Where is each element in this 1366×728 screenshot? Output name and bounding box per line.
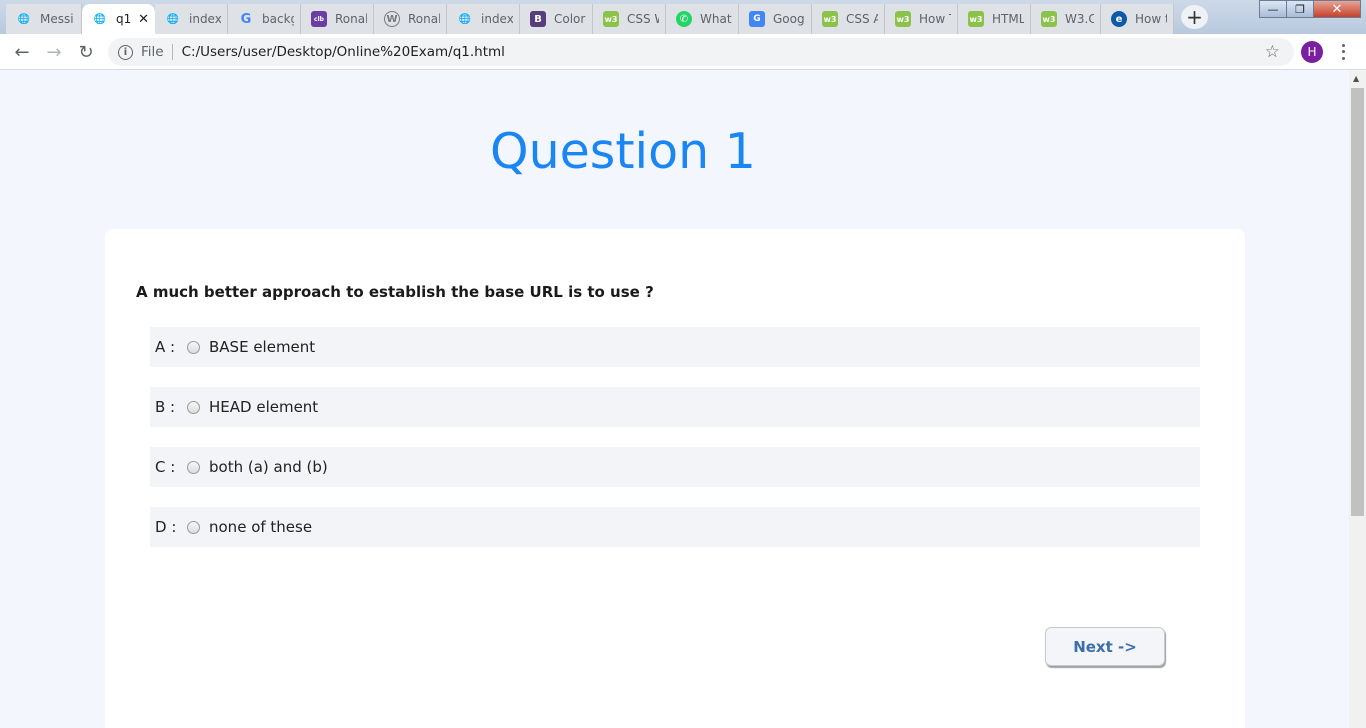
- option-letter: D :: [155, 518, 177, 536]
- option-label: HEAD element: [209, 398, 319, 416]
- tab-title: index: [189, 12, 221, 26]
- w3schools-icon: w3: [968, 11, 984, 27]
- tab-title: Whats: [700, 12, 732, 26]
- option-label: none of these: [209, 518, 313, 536]
- tab-title: Ronal: [335, 12, 367, 26]
- tab-title: How t: [1135, 12, 1167, 26]
- tab-title: HTML: [992, 12, 1024, 26]
- tab-title: q1: [116, 12, 132, 26]
- back-button[interactable]: ←: [10, 40, 34, 64]
- tab-index[interactable]: 🌐 index: [155, 4, 228, 34]
- option-letter: B :: [155, 398, 176, 416]
- bookmark-star-icon[interactable]: ☆: [1265, 42, 1280, 62]
- scroll-up-arrow-icon[interactable]: ▲: [1353, 74, 1359, 83]
- tab-title: Googl: [773, 12, 805, 26]
- option-c[interactable]: C : both (a) and (b): [150, 447, 1200, 487]
- w3schools-icon: w3: [1041, 11, 1057, 27]
- option-label: both (a) and (b): [209, 458, 328, 476]
- vertical-scrollbar[interactable]: ▲: [1349, 71, 1366, 728]
- option-a[interactable]: A : BASE element: [150, 327, 1200, 367]
- menu-dot: [1341, 43, 1345, 47]
- tab-messi[interactable]: 🌐 Messi: [6, 4, 82, 34]
- address-bar[interactable]: i File C:/Users/user/Desktop/Online%20Ex…: [108, 38, 1294, 66]
- tab-ronal-colorlib[interactable]: clb Ronal: [301, 4, 374, 34]
- tab-colors[interactable]: B Colors: [520, 4, 593, 34]
- tab-googl[interactable]: G Googl: [739, 4, 812, 34]
- tab-css-a[interactable]: w3 CSS A: [812, 4, 885, 34]
- question-heading: Question 1: [490, 123, 756, 180]
- maximize-button[interactable]: ❐: [1286, 0, 1314, 18]
- tab-q1[interactable]: 🌐 q1 ✕: [82, 4, 155, 34]
- tab-whats[interactable]: ✆ Whats: [666, 4, 739, 34]
- info-icon[interactable]: i: [118, 44, 133, 60]
- tab-title: Messi: [40, 12, 74, 26]
- new-tab-button[interactable]: +: [1181, 5, 1208, 29]
- tab-title: CSS W: [627, 12, 659, 26]
- tab-title: backg: [262, 12, 294, 26]
- tab-title: Ronal: [408, 12, 440, 26]
- minimize-icon: —: [1267, 2, 1279, 16]
- tab-strip: 🌐 Messi 🌐 q1 ✕ 🌐 index G backg clb Ronal…: [0, 0, 1366, 34]
- tab-title: CSS A: [846, 12, 878, 26]
- tab-ronal-wordpress[interactable]: W Ronal: [374, 4, 447, 34]
- tab-how-t[interactable]: w3 How T: [885, 4, 958, 34]
- profile-avatar[interactable]: H: [1301, 41, 1323, 63]
- tab-w3cs[interactable]: w3 W3.CS: [1031, 4, 1101, 34]
- restore-icon: ❐: [1295, 2, 1305, 16]
- tab-html[interactable]: w3 HTML: [958, 4, 1031, 34]
- tab-backg[interactable]: G backg: [228, 4, 301, 34]
- close-icon: ✕: [1331, 1, 1343, 17]
- colorlib-icon: clb: [311, 11, 327, 27]
- minimize-button[interactable]: —: [1259, 0, 1287, 18]
- menu-dot: [1341, 50, 1345, 54]
- option-b-radio[interactable]: [187, 400, 200, 414]
- option-a-radio[interactable]: [187, 340, 200, 354]
- option-d-radio[interactable]: [187, 520, 200, 534]
- tab-title: W3.CS: [1065, 12, 1094, 26]
- tab-title: How T: [919, 12, 951, 26]
- url-text[interactable]: C:/Users/user/Desktop/Online%20Exam/q1.h…: [182, 44, 505, 60]
- menu-dot: [1341, 57, 1345, 61]
- tab-css-w[interactable]: w3 CSS W: [593, 4, 666, 34]
- next-button[interactable]: Next ->: [1045, 627, 1165, 666]
- option-b[interactable]: B : HEAD element: [150, 387, 1200, 427]
- reload-button[interactable]: ↻: [74, 40, 98, 64]
- option-letter: A :: [155, 338, 176, 356]
- tab-index-2[interactable]: 🌐 index: [447, 4, 520, 34]
- reload-icon: ↻: [78, 41, 94, 63]
- scrollbar-thumb[interactable]: [1351, 88, 1364, 516]
- menu-button[interactable]: [1336, 42, 1350, 62]
- page-viewport: Question 1 A much better approach to est…: [0, 71, 1349, 728]
- window-close-button[interactable]: ✕: [1313, 0, 1361, 18]
- question-card: A much better approach to establish the …: [105, 229, 1245, 728]
- browser-toolbar: ← → ↻ i File C:/Users/user/Desktop/Onlin…: [0, 34, 1366, 70]
- wordpress-icon: W: [384, 11, 400, 27]
- option-d[interactable]: D : none of these: [150, 507, 1200, 547]
- globe-icon: 🌐: [458, 13, 472, 25]
- google-icon: G: [240, 11, 252, 27]
- forward-button[interactable]: →: [42, 40, 66, 64]
- whatsapp-icon: ✆: [676, 11, 692, 27]
- tab-how-t-2[interactable]: e How t: [1101, 4, 1174, 34]
- option-label: BASE element: [209, 338, 316, 356]
- tab-title: Colors: [554, 12, 586, 26]
- w3schools-icon: w3: [822, 11, 838, 27]
- w3schools-icon: w3: [603, 11, 619, 27]
- close-icon[interactable]: ✕: [138, 12, 149, 27]
- w3schools-icon: w3: [895, 11, 911, 27]
- option-c-radio[interactable]: [187, 460, 200, 474]
- arrow-left-icon: ←: [14, 41, 30, 63]
- globe-icon: 🌐: [166, 13, 180, 25]
- bootstrap-icon: B: [530, 11, 546, 27]
- option-letter: C :: [155, 458, 176, 476]
- google-translate-icon: G: [749, 11, 765, 27]
- tab-title: index: [481, 12, 513, 26]
- edge-icon: e: [1111, 11, 1127, 27]
- address-divider: [171, 44, 173, 60]
- question-text: A much better approach to establish the …: [136, 283, 654, 301]
- globe-icon: 🌐: [17, 13, 31, 25]
- globe-icon: 🌐: [93, 13, 107, 25]
- scheme-label: File: [141, 44, 164, 60]
- arrow-right-icon: →: [46, 41, 62, 63]
